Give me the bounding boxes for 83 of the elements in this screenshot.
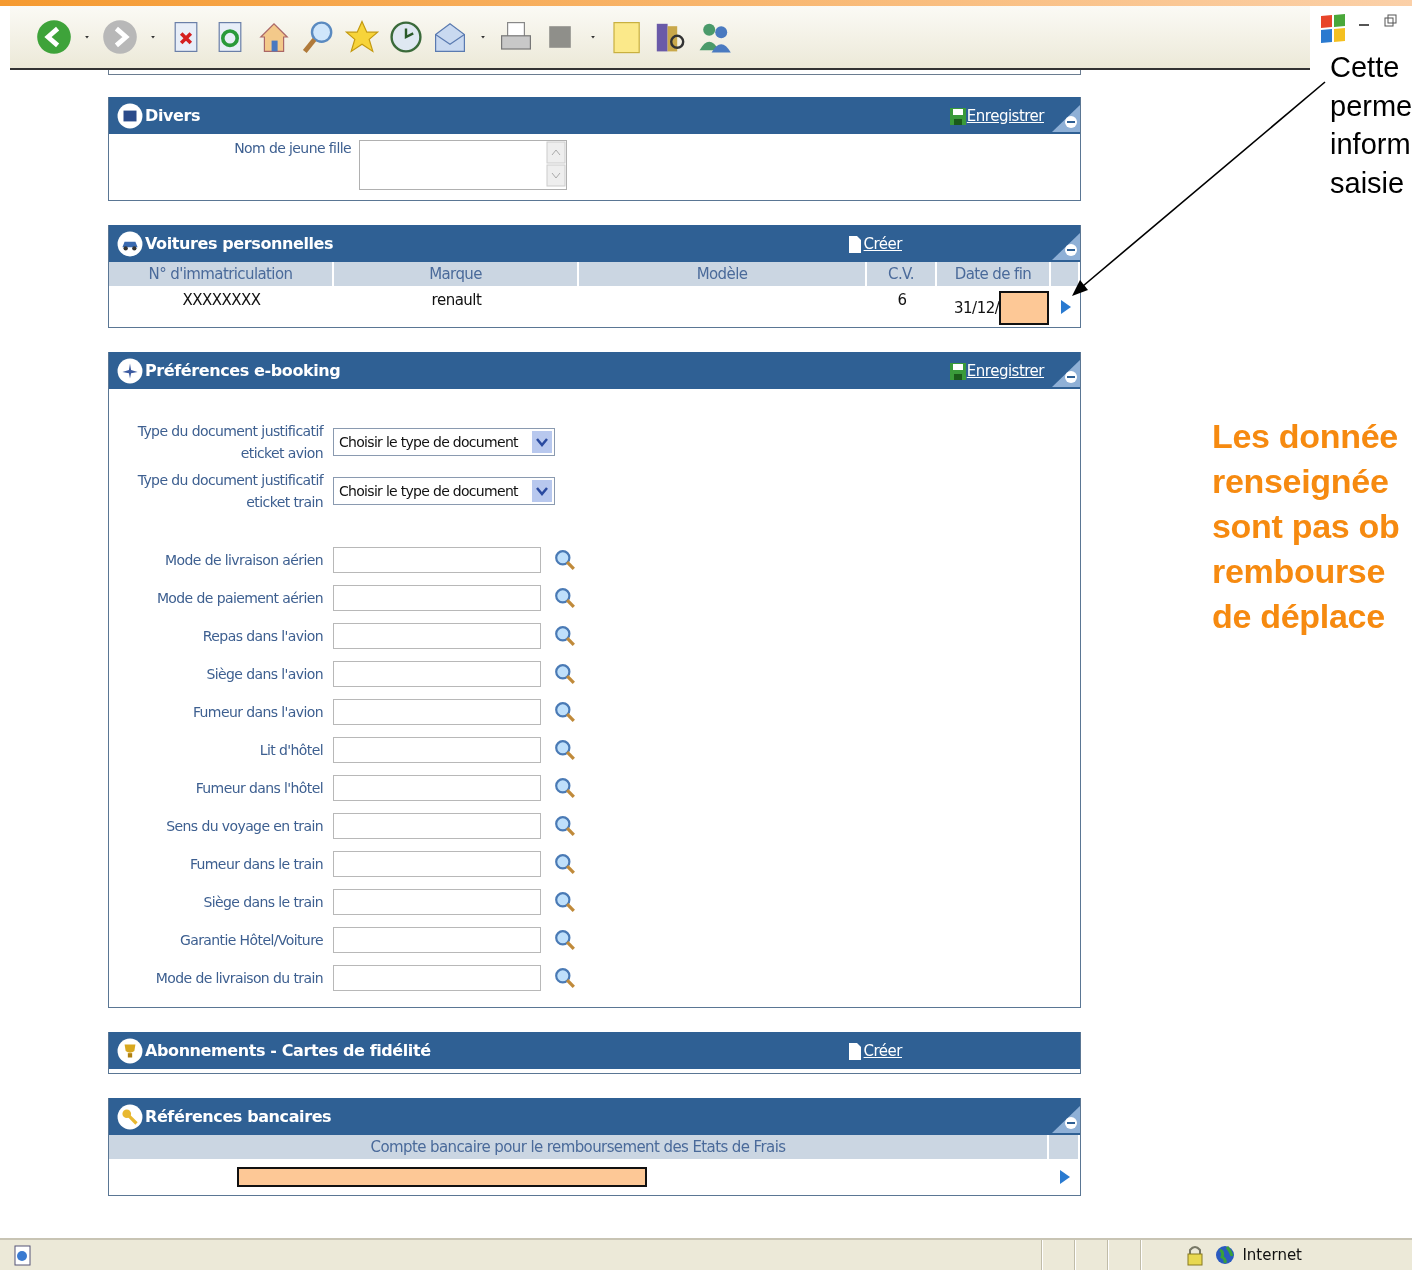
search-icon[interactable]	[554, 739, 576, 761]
windows-logo-icon	[1318, 12, 1348, 46]
text-area[interactable]	[359, 140, 567, 190]
search-icon[interactable]	[554, 815, 576, 837]
field-label: Siège dans le train	[202, 893, 323, 912]
table-cell-text: 6	[896, 290, 908, 311]
create-link[interactable]: Créer	[863, 1041, 902, 1060]
field-label: Fumeur dans le train	[188, 855, 323, 874]
panel-title: Préférences e-booking	[145, 361, 341, 380]
field-label: Mode de livraison du train	[154, 969, 323, 988]
field-label: Mode de livraison aérien	[164, 551, 323, 570]
field-label: Siège dans l'avion	[205, 665, 323, 684]
field-label: Type du document justificatif eticket train	[136, 470, 323, 512]
search-icon[interactable]	[554, 587, 576, 609]
field-label: Garantie Hôtel/Voiture	[178, 931, 323, 950]
zone-label: Internet	[1242, 1246, 1302, 1264]
plane-icon	[117, 357, 143, 384]
back-icon[interactable]	[36, 19, 72, 55]
field-label: Type du document justificatif eticket avion	[136, 421, 323, 463]
play-icon[interactable]	[1059, 1169, 1071, 1185]
document-type-select[interactable]: Choisir le type de document	[333, 427, 555, 456]
callout-text: Cette perme inform saisie	[1330, 50, 1412, 201]
input-field[interactable]	[333, 547, 541, 573]
restore-icon[interactable]	[1382, 12, 1400, 30]
key-icon	[117, 1103, 143, 1130]
dropdown-icon	[532, 430, 552, 453]
scrollbar-icon	[546, 141, 566, 187]
search-icon[interactable]	[554, 663, 576, 685]
input-field[interactable]	[333, 965, 541, 991]
table-cell: 31/12/	[954, 299, 1000, 317]
field-label: Fumeur dans l'hôtel	[194, 779, 323, 798]
input-field[interactable]	[333, 775, 541, 801]
input-field[interactable]	[333, 737, 541, 763]
input-field[interactable]	[333, 623, 541, 649]
input-field[interactable]	[333, 851, 541, 877]
column-header: Marque	[334, 262, 579, 286]
column-header: N° d'immatriculation	[109, 262, 334, 286]
search-icon[interactable]	[554, 777, 576, 799]
search-icon[interactable]	[554, 891, 576, 913]
input-field[interactable]	[333, 699, 541, 725]
search-icon[interactable]	[554, 549, 576, 571]
panel-title: Divers	[145, 106, 201, 125]
save-icon	[948, 105, 967, 126]
field-label: Sens du voyage en train	[165, 817, 323, 836]
column-header: Modèle	[579, 262, 867, 286]
panel-title: Voitures personnelles	[145, 234, 334, 253]
save-link[interactable]: Enregistrer	[966, 361, 1044, 380]
dropdown-icon	[532, 479, 552, 502]
save-icon	[948, 360, 967, 381]
column-header: Date de fin	[937, 262, 1051, 286]
save-link[interactable]: Enregistrer	[966, 106, 1044, 125]
star-icon[interactable]	[344, 19, 380, 55]
search-icon[interactable]	[554, 929, 576, 951]
input-field[interactable]	[333, 813, 541, 839]
field-label: Fumeur dans l'avion	[191, 703, 323, 722]
panel-title: Références bancaires	[145, 1107, 332, 1126]
input-field[interactable]	[333, 661, 541, 687]
search-icon[interactable]	[554, 967, 576, 989]
column-header: Compte bancaire pour le remboursement des Etats de Frais	[109, 1135, 1049, 1159]
document-type-select[interactable]: Choisir le type de document	[333, 476, 555, 505]
search-icon[interactable]	[554, 853, 576, 875]
search-icon[interactable]	[554, 625, 576, 647]
input-field[interactable]	[333, 889, 541, 915]
create-link[interactable]: Créer	[863, 234, 902, 253]
column-header: C.V.	[867, 262, 937, 286]
search-icon[interactable]	[554, 701, 576, 723]
field-label: Nom de jeune fille	[233, 140, 352, 158]
panel-title: Abonnements - Cartes de fidélité	[145, 1041, 431, 1060]
field-label: Mode de paiement aérien	[155, 589, 323, 608]
note-text: Les donnée renseignée sont pas ob rembourse de déplace	[1212, 416, 1400, 637]
trophy-icon	[117, 1037, 143, 1064]
field-label: Lit d'hôtel	[258, 741, 323, 760]
input-field[interactable]	[333, 927, 541, 953]
globe-icon	[1214, 1244, 1237, 1266]
car-icon	[117, 230, 143, 257]
page-icon	[12, 1244, 34, 1266]
input-field[interactable]	[333, 585, 541, 611]
history-icon[interactable]	[388, 19, 424, 55]
play-icon[interactable]	[1059, 298, 1072, 315]
redaction-box	[999, 291, 1050, 325]
field-label: Repas dans l'avion	[201, 627, 323, 646]
table-cell-text: XXXXXXXX	[181, 290, 262, 311]
table-cell-text: renault	[430, 290, 483, 311]
